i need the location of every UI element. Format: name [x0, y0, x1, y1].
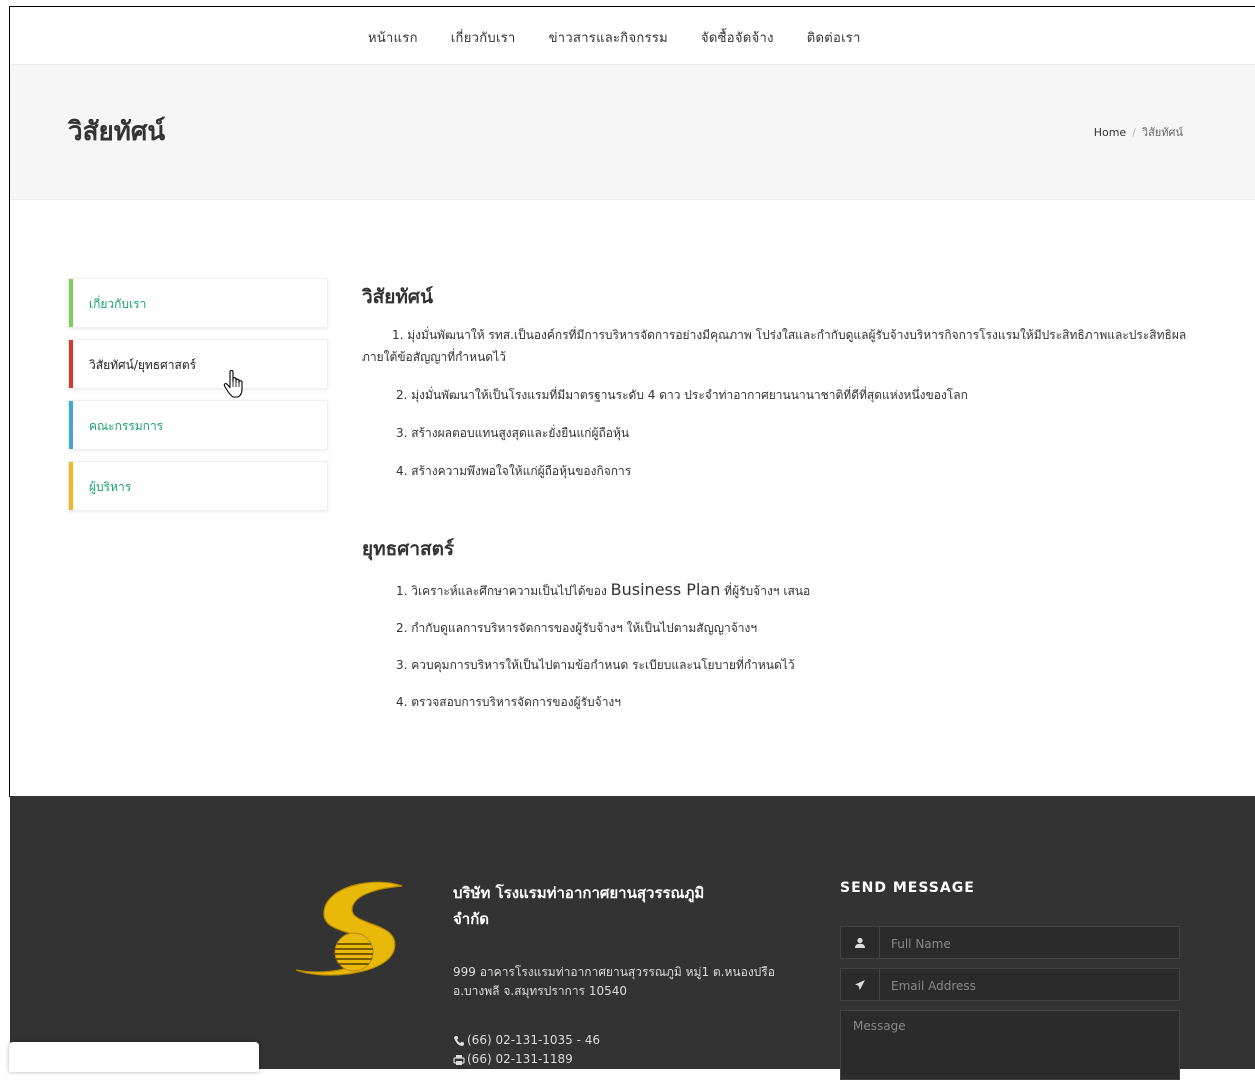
- strategy-item-3: 3. ควบคุมการบริหารให้เป็นไปตามข้อกำหนด ร…: [396, 658, 795, 672]
- business-plan-text: Business Plan: [610, 580, 721, 599]
- strategy-heading: ยุทธศาสตร์: [362, 538, 455, 560]
- vision-heading: วิสัยทัศน์: [362, 286, 433, 308]
- user-icon: [841, 927, 880, 958]
- sidebar-item-label: เกี่ยวกับเรา: [89, 297, 147, 311]
- company-logo: [295, 881, 403, 976]
- breadcrumb-home[interactable]: Home: [1094, 126, 1126, 139]
- nav-item-procurement[interactable]: จัดซื้อจัดจ้าง: [701, 27, 774, 48]
- phone-icon: [454, 1035, 464, 1046]
- full-name-input[interactable]: [889, 933, 1173, 955]
- nav-item-about[interactable]: เกี่ยวกับเรา: [451, 27, 516, 48]
- contact-numbers: (66) 02-131-1035 - 46 (66) 02-131-1189: [453, 1031, 600, 1069]
- sidebar-item-committee[interactable]: คณะกรรมการ: [68, 400, 328, 450]
- sidebar-item-accent: [69, 279, 73, 327]
- nav-item-contact[interactable]: ติดต่อเรา: [807, 27, 861, 48]
- main-content: วิสัยทัศน์ 1. มุ่งมั่นพัฒนาให้ รทส.เป็นอ…: [362, 282, 1192, 713]
- sidebar-item-label: คณะกรรมการ: [89, 419, 164, 433]
- sidebar-item-label: ผู้บริหาร: [89, 480, 132, 494]
- strategy-item-1: 1. วิเคราะห์และศึกษาความเป็นไปได้ของ Bus…: [362, 579, 1192, 602]
- page-title: วิสัยทัศน์: [68, 117, 166, 147]
- sidebar-item-label: วิสัยทัศน์/ยุทธศาสตร์: [89, 358, 197, 372]
- hand-pointer-icon: [223, 370, 243, 398]
- email-input[interactable]: [889, 975, 1173, 997]
- email-field: [840, 968, 1180, 1001]
- strategy-item-1-suffix: ที่ผู้รับจ้างฯ เสนอ: [724, 584, 811, 598]
- sidebar: เกี่ยวกับเรา วิสัยทัศน์/ยุทธศาสตร์ คณะกร…: [68, 278, 328, 522]
- sidebar-item-executives[interactable]: ผู้บริหาร: [68, 461, 328, 511]
- fax-row: (66) 02-131-1189: [453, 1050, 600, 1069]
- vision-item-2: 2. มุ่งมั่นพัฒนาให้เป็นโรงแรมที่มีมาตรฐา…: [396, 388, 968, 402]
- company-address: 999 อาคารโรงแรมท่าอากาศยานสุวรรณภูมิ หมู…: [453, 963, 803, 1001]
- breadcrumb-separator: /: [1132, 126, 1136, 139]
- sidebar-item-about[interactable]: เกี่ยวกับเรา: [68, 278, 328, 328]
- company-name-line2: จำกัด: [453, 910, 490, 928]
- breadcrumb: Home / วิสัยทัศน์: [1094, 123, 1183, 141]
- vision-item-1: 1. มุ่งมั่นพัฒนาให้ รทส.เป็นองค์กรที่มีก…: [362, 328, 1187, 364]
- vision-item-3: 3. สร้างผลตอบแทนสูงสุดและยั่งยืนแก่ผู้ถื…: [396, 426, 630, 440]
- bottom-chat-tab[interactable]: [9, 1042, 259, 1072]
- fax-number: (66) 02-131-1189: [467, 1052, 573, 1066]
- full-name-field: [840, 926, 1180, 959]
- phone-number: (66) 02-131-1035 - 46: [467, 1033, 601, 1047]
- print-icon: [453, 1054, 465, 1065]
- sidebar-item-vision-strategy[interactable]: วิสัยทัศน์/ยุทธศาสตร์: [68, 339, 328, 389]
- strategy-item-4: 4. ตรวจสอบการบริหารจัดการของผู้รับจ้างฯ: [396, 695, 622, 709]
- nav-menu: หน้าแรก เกี่ยวกับเรา ข่าวสารและกิจกรรม จ…: [368, 27, 894, 48]
- sidebar-item-accent: [69, 340, 73, 388]
- strategy-item-2: 2. กำกับดูแลการบริหารจัดการของผู้รับจ้าง…: [396, 621, 758, 635]
- vision-item-4: 4. สร้างความพึงพอใจให้แก่ผู้ถือหุ้นของกิ…: [396, 464, 632, 478]
- breadcrumb-current: วิสัยทัศน์: [1141, 126, 1183, 139]
- phone-row: (66) 02-131-1035 - 46: [453, 1031, 600, 1050]
- sidebar-item-accent: [69, 462, 73, 510]
- nav-item-home[interactable]: หน้าแรก: [368, 27, 418, 48]
- top-navigation: หน้าแรก เกี่ยวกับเรา ข่าวสารและกิจกรรม จ…: [10, 7, 1255, 65]
- company-name: บริษัท โรงแรมท่าอากาศยานสุวรรณภูมิ จำกัด: [453, 880, 803, 932]
- sidebar-item-accent: [69, 401, 73, 449]
- send-message-heading: SEND MESSAGE: [840, 880, 975, 896]
- paper-plane-icon: [841, 969, 880, 1000]
- page-header: วิสัยทัศน์ Home / วิสัยทัศน์: [10, 65, 1255, 200]
- strategy-item-1-prefix: 1. วิเคราะห์และศึกษาความเป็นไปได้ของ: [396, 584, 607, 598]
- address-line2: อ.บางพลี จ.สมุทรปราการ 10540: [453, 984, 627, 998]
- message-textarea[interactable]: [840, 1010, 1180, 1080]
- nav-item-news[interactable]: ข่าวสารและกิจกรรม: [549, 27, 668, 48]
- company-name-line1: บริษัท โรงแรมท่าอากาศยานสุวรรณภูมิ: [453, 884, 705, 902]
- address-line1: 999 อาคารโรงแรมท่าอากาศยานสุวรรณภูมิ หมู…: [453, 965, 775, 979]
